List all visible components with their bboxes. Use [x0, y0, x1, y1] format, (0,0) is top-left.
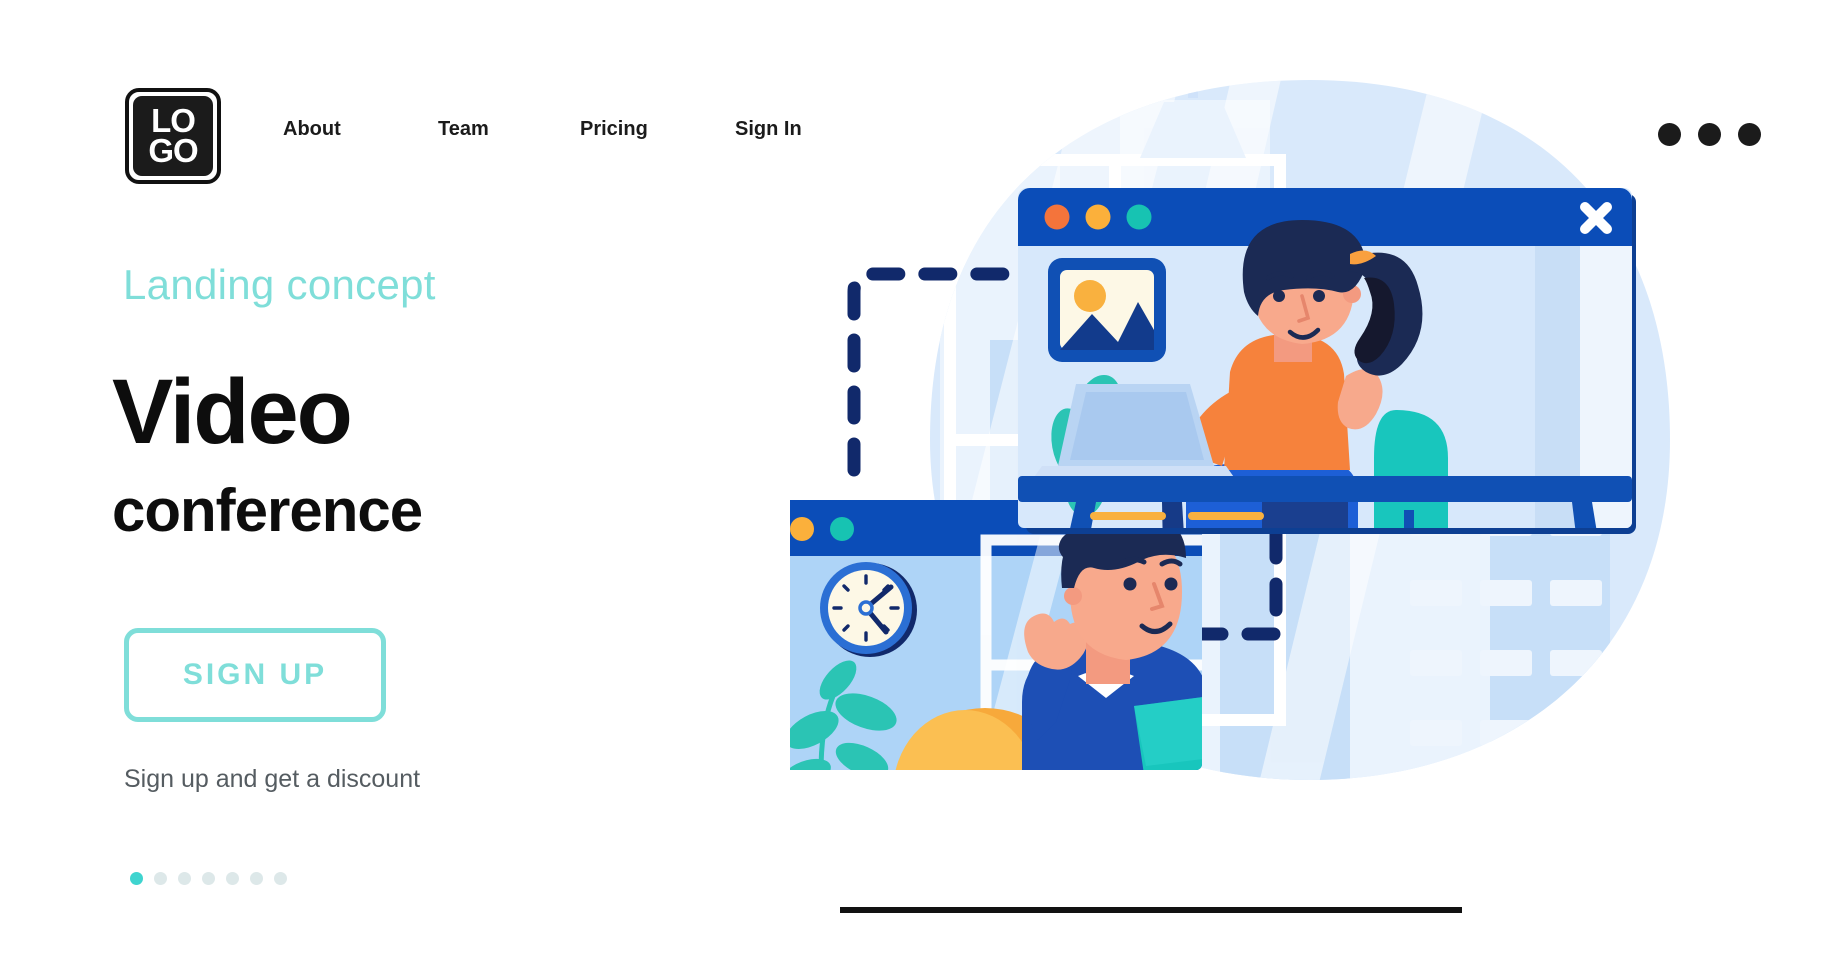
pagination-dot-7[interactable]: [274, 872, 287, 885]
logo-text-line2: GO: [148, 132, 198, 169]
window-dot-yellow: [790, 517, 814, 541]
nav-item-team[interactable]: Team: [438, 118, 580, 141]
main-nav: About Team Pricing Sign In: [283, 118, 802, 141]
image-placeholder-icon: [1048, 258, 1166, 362]
page-subtitle: conference: [112, 477, 423, 544]
hero-illustration: [790, 40, 1810, 960]
landing-page: LO GO About Team Pricing Sign In Landing…: [0, 0, 1837, 980]
pagination-dot-2[interactable]: [154, 872, 167, 885]
hero-eyebrow: Landing concept: [123, 261, 436, 308]
logo-inner: LO GO: [133, 96, 213, 176]
chair-shape: [1374, 410, 1448, 528]
hero-subtext: Sign up and get a discount: [124, 765, 421, 793]
nav-item-about[interactable]: About: [283, 118, 438, 141]
carousel-pagination[interactable]: [130, 872, 287, 885]
sign-up-button[interactable]: SIGN UP: [124, 628, 386, 722]
window-dot-red: [1044, 204, 1070, 230]
window-dot-green: [1126, 204, 1152, 230]
pagination-dot-5[interactable]: [226, 872, 239, 885]
window-dot-green: [830, 517, 854, 541]
page-title: Video: [112, 361, 353, 463]
pagination-dot-1[interactable]: [130, 872, 143, 885]
pagination-dot-3[interactable]: [178, 872, 191, 885]
pagination-dot-6[interactable]: [250, 872, 263, 885]
window-dot-yellow: [1085, 204, 1111, 230]
nav-item-pricing[interactable]: Pricing: [580, 118, 735, 141]
logo[interactable]: LO GO: [125, 88, 221, 184]
pagination-dot-4[interactable]: [202, 872, 215, 885]
